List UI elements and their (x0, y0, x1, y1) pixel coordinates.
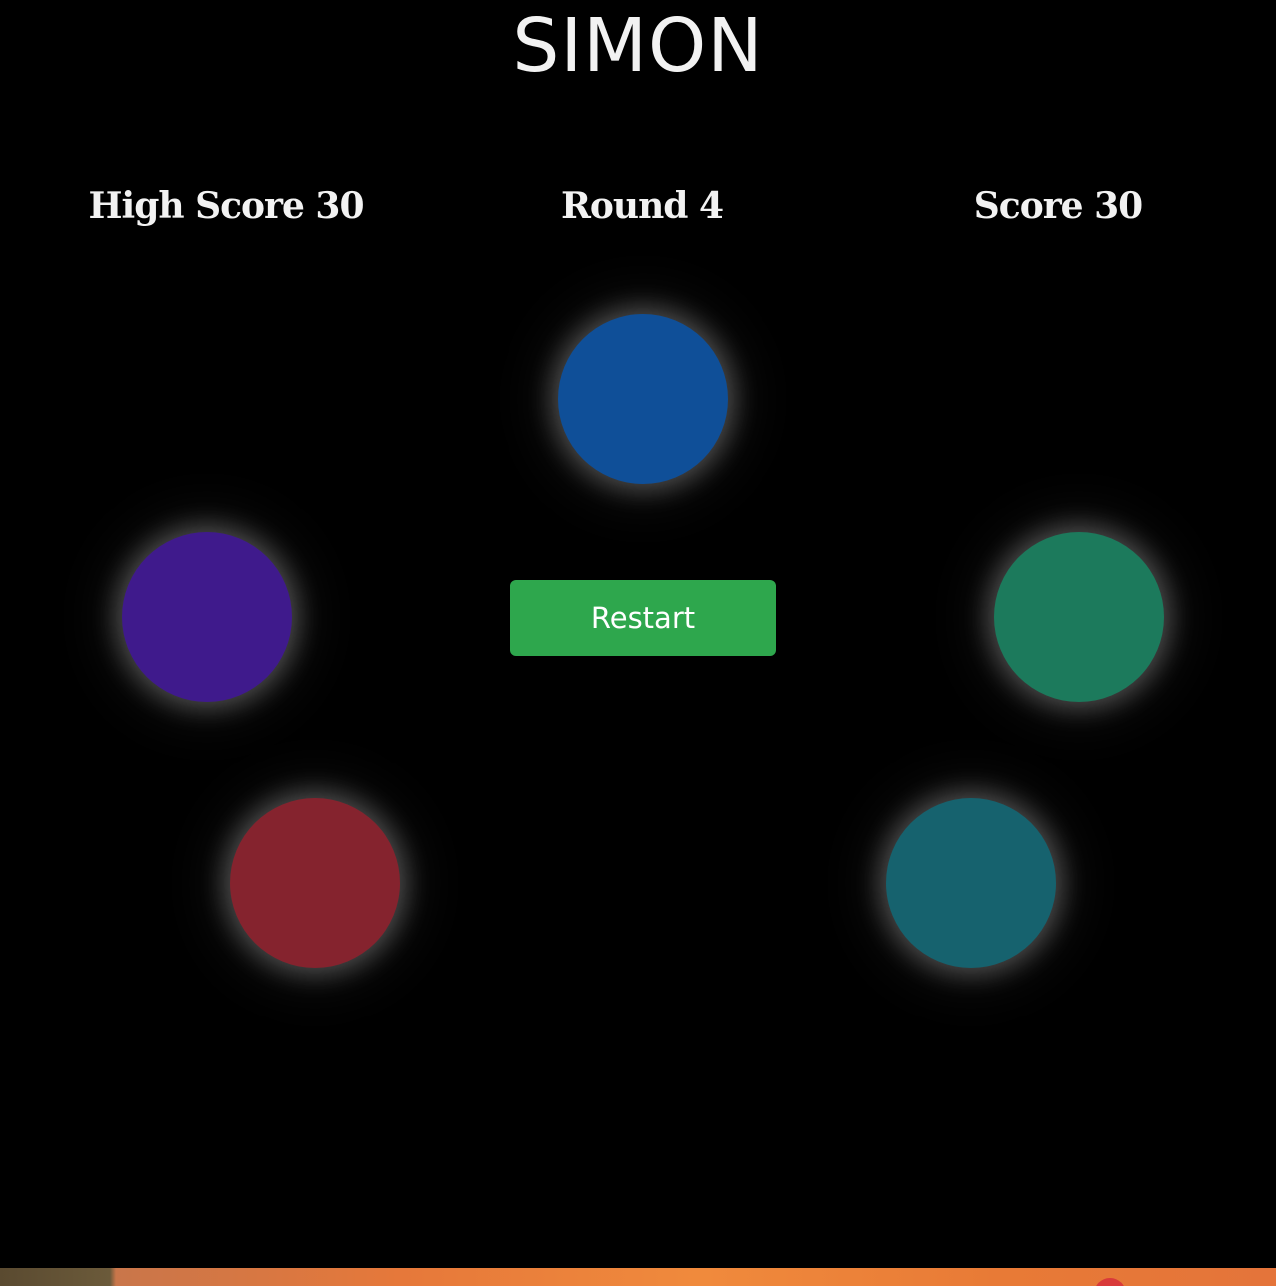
desktop-dock-strip (0, 1268, 1276, 1286)
high-score-label: High Score 30 (88, 185, 365, 227)
green-pad[interactable] (994, 532, 1164, 702)
round-label: Round 4 (560, 185, 724, 227)
game-stage: SIMON High Score 30 Round 4 Score 30 Res… (0, 0, 1276, 1286)
restart-button[interactable]: Restart (510, 580, 776, 656)
game-title: SIMON (512, 3, 764, 89)
red-pad[interactable] (230, 798, 400, 968)
purple-pad[interactable] (122, 532, 292, 702)
blue-pad[interactable] (558, 314, 728, 484)
teal-pad[interactable] (886, 798, 1056, 968)
score-label: Score 30 (973, 185, 1143, 227)
